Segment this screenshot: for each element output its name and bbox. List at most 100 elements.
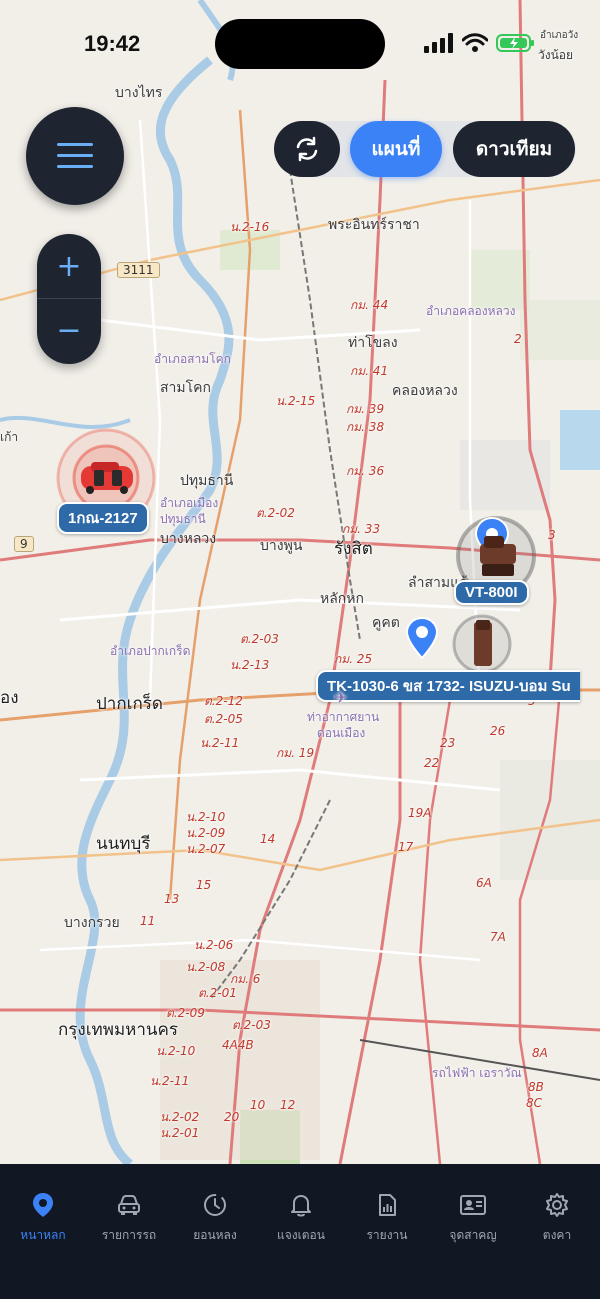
refresh-button[interactable]: [274, 121, 340, 177]
road-label: กม. 41: [350, 364, 389, 378]
road-label: กม. 25: [334, 652, 373, 666]
tab-label: รายการรถ: [101, 1228, 157, 1242]
map-label-khu-khot: คูคต: [372, 615, 400, 631]
road-label: 2: [514, 332, 522, 346]
car-icon: [81, 462, 133, 494]
road-label: ต.2-05: [204, 712, 243, 726]
map-label-nonthaburi: นนทบุรี: [96, 834, 151, 854]
map-label-pathum-thani: ปทุมธานี: [180, 473, 234, 489]
road-label: 19A: [408, 806, 432, 820]
road-label: 14: [260, 832, 276, 846]
satellite-view-button[interactable]: ดาวเทียม: [453, 121, 575, 177]
road-label: 8A: [532, 1046, 548, 1060]
road-label: กม. 38: [346, 420, 385, 434]
map-label-bang-phun: บางพูน: [260, 538, 303, 554]
vehicle-marker-truck-2[interactable]: [400, 614, 520, 674]
hamburger-icon: [57, 143, 93, 168]
road-label: กม. 44: [350, 298, 389, 312]
map-pin-icon: [33, 1193, 53, 1217]
vehicle-plate-label[interactable]: TK-1030-6 ขส 1732- ISUZU-บอม Su: [316, 670, 580, 702]
refresh-icon: [296, 136, 318, 162]
tab-label: รายงาน: [366, 1228, 408, 1242]
road-label: ต.2-02: [256, 506, 295, 520]
map-label-pak-kret: ปากเกร็ด: [96, 694, 163, 714]
wifi-icon: [462, 33, 488, 52]
map-label-ong: อง: [0, 688, 19, 708]
route-shield-3111: 3111: [117, 262, 160, 278]
battery-icon: [496, 34, 534, 52]
road-label: น.2-10: [156, 1044, 196, 1058]
road-label: กม. 19: [276, 746, 315, 760]
road-label: 8B: [528, 1080, 544, 1094]
map-label-amphoe-sam-khok: อำเภอสามโคก: [154, 352, 231, 366]
map-label-kao: เก้า: [0, 430, 19, 444]
zoom-out-button[interactable]: −: [37, 298, 101, 362]
map-label-wang-noi: วังน้อย: [538, 48, 574, 62]
tab-reports[interactable]: รายงาน: [344, 1192, 430, 1245]
road-label: กม. 33: [342, 522, 381, 536]
tab-vehicles[interactable]: รายการรถ: [86, 1192, 172, 1245]
map-label-phra-in: พระอินทร์ราชา: [328, 217, 420, 233]
map-label-tha-khlong: ท่าโขลง: [348, 335, 398, 351]
road-label: กม. 39: [346, 402, 385, 416]
tab-label: จุดสาคญ: [449, 1228, 497, 1242]
tab-label: ตงคา: [542, 1228, 572, 1242]
map-label-bang-luang: บางหลวง: [160, 531, 217, 547]
car-icon: [118, 1195, 140, 1215]
bell-icon: [291, 1195, 311, 1217]
id-card-icon: [460, 1195, 486, 1215]
road-label: 13: [164, 892, 180, 906]
road-label: ต.2-03: [232, 1018, 271, 1032]
vehicle-plate-label[interactable]: VT-800I: [454, 580, 529, 605]
road-label: 15: [196, 878, 212, 892]
map-label-amphoe-pak-kret: อำเภอปากเกร็ด: [110, 644, 191, 658]
airport-icon: ✈: [334, 688, 348, 707]
map-view-button[interactable]: แผนที่: [350, 121, 442, 177]
map-label-bang-kruai: บางกรวย: [64, 915, 120, 931]
road-label: 12: [280, 1098, 296, 1112]
road-label: 23: [440, 736, 456, 750]
road-label: น.2-08: [186, 960, 226, 974]
map-label-pathum-thani-sub: ปทุมธานี: [160, 512, 206, 526]
map-label-amphoe-wang: อำเภอวัง: [540, 30, 579, 41]
tab-label: แจงเตอน: [277, 1228, 325, 1242]
road-label: ต.2-12: [204, 694, 243, 708]
road-label: 6A: [476, 876, 492, 890]
road-label: ต.2-03: [240, 632, 279, 646]
tab-label: ยอนหลง: [193, 1228, 237, 1242]
map-label-khlong-luang: คลองหลวง: [392, 383, 458, 399]
road-label: น.2-16: [230, 220, 270, 234]
road-label: 10: [250, 1098, 266, 1112]
road-label: 22: [424, 756, 440, 770]
tab-home[interactable]: หนาหลก: [0, 1192, 86, 1245]
dynamic-island: [215, 19, 385, 69]
vehicle-plate-label[interactable]: 1กณ-2127: [57, 502, 149, 534]
road-label: ต.2-09: [166, 1006, 205, 1020]
status-time: 19:42: [84, 31, 141, 56]
map-label-amphoe-khlong-luang: อำเภอคลองหลวง: [426, 304, 516, 318]
road-label: กม. 6: [230, 972, 261, 986]
truck-icon: [474, 620, 492, 666]
map-label-rangsit: รังสิต: [334, 539, 373, 559]
road-label: 8C: [526, 1096, 543, 1110]
road-label: น.2-13: [230, 658, 270, 672]
status-icons: [424, 33, 536, 53]
tab-settings[interactable]: ตงคา: [514, 1192, 600, 1245]
bottom-tab-bar: หนาหลก รายการรถ ยอนหลง แจงเตอน รายงาน จุ…: [0, 1164, 600, 1299]
road-label: 7A: [490, 930, 506, 944]
road-label: 11: [140, 914, 156, 928]
road-label: 26: [490, 724, 506, 738]
report-icon: [379, 1194, 396, 1216]
tab-history[interactable]: ยอนหลง: [172, 1192, 258, 1245]
road-label: น.2-01: [160, 1126, 200, 1140]
road-label: 4A4B: [222, 1038, 254, 1052]
tab-alerts[interactable]: แจงเตอน: [258, 1192, 344, 1245]
zoom-control: + −: [37, 234, 101, 364]
menu-button[interactable]: [26, 107, 124, 205]
history-icon: [204, 1194, 226, 1216]
zoom-in-button[interactable]: +: [37, 234, 101, 298]
road-label: 17: [398, 840, 414, 854]
map-pin-icon: [405, 616, 439, 660]
map-label-don-mueang: ดอนเมือง: [317, 726, 366, 740]
tab-landmarks[interactable]: จุดสาคญ: [430, 1192, 516, 1245]
